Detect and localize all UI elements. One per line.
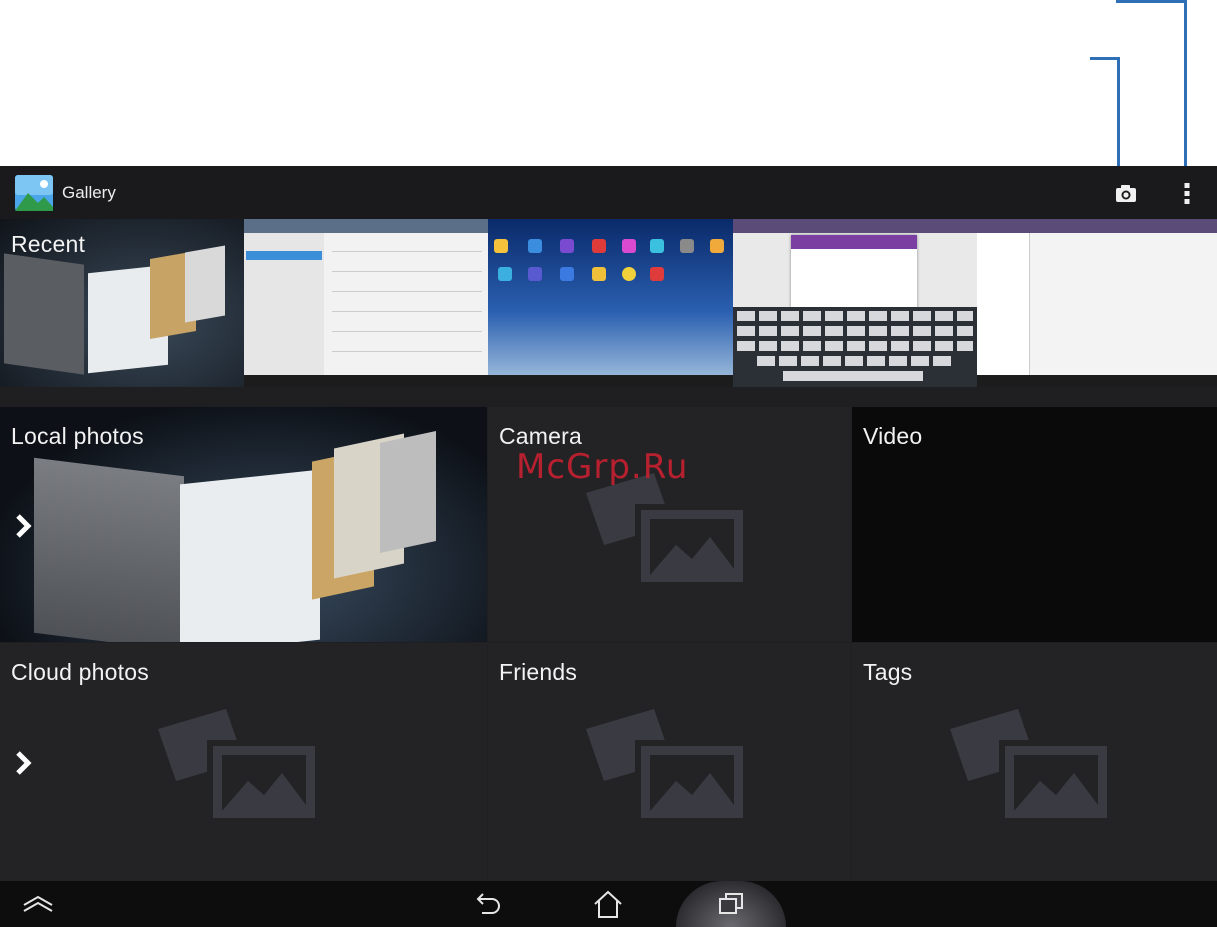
album-cloud-photos[interactable]: Cloud photos — [0, 643, 487, 881]
album-friends[interactable]: Friends — [488, 643, 851, 881]
album-cover-air — [180, 469, 320, 642]
recent-thumb-tasks — [977, 219, 1217, 387]
app-title: Gallery — [62, 183, 116, 202]
home-icon — [594, 890, 622, 918]
album-label-recent: Recent — [11, 231, 86, 257]
callout-line-overflow-top — [1116, 0, 1186, 3]
shuffle-card — [34, 457, 184, 642]
photo-placeholder-icon — [158, 709, 321, 821]
recent-apps-icon — [719, 893, 743, 914]
album-label-camera: Camera — [499, 423, 583, 449]
action-bar: Gallery — [0, 166, 1217, 219]
overflow-menu-icon — [1184, 183, 1190, 204]
album-tags[interactable]: Tags — [852, 643, 1217, 881]
chevron-right-icon — [16, 751, 32, 775]
home-button[interactable] — [590, 887, 626, 921]
recent-thumb-settings — [244, 219, 488, 387]
recent-thumb-keyboard — [733, 219, 977, 387]
album-label-tags: Tags — [863, 659, 913, 685]
hide-bar-icon — [23, 895, 53, 912]
album-local-photos[interactable]: Local photos — [0, 407, 487, 642]
recent-apps-button[interactable] — [676, 881, 786, 927]
gallery-app-icon — [14, 174, 54, 212]
watermark: McGrp.Ru — [516, 447, 689, 487]
back-button[interactable] — [470, 889, 506, 919]
album-cover-4 — [380, 431, 436, 553]
album-label-friends: Friends — [499, 659, 578, 685]
callout-line-overflow-vertical — [1184, 0, 1187, 172]
recent-thumb-widgets — [488, 219, 733, 387]
back-icon — [476, 893, 500, 914]
album-camera[interactable]: Camera — [488, 407, 851, 642]
photo-placeholder-icon — [586, 709, 749, 821]
chevron-right-icon — [16, 514, 32, 538]
camera-button[interactable] — [1106, 178, 1146, 208]
album-label-video: Video — [863, 423, 923, 449]
overflow-menu-button[interactable] — [1172, 178, 1202, 208]
camera-icon — [1116, 185, 1136, 202]
callout-line-camera-vertical — [1117, 57, 1120, 172]
callout-line-camera-top — [1090, 57, 1120, 60]
album-label-local-photos: Local photos — [11, 423, 144, 449]
album-label-cloud-photos: Cloud photos — [11, 659, 149, 685]
system-navigation-bar — [0, 881, 1217, 927]
hide-bar-button[interactable] — [20, 891, 56, 917]
album-video[interactable]: Video — [852, 407, 1217, 642]
photo-placeholder-icon — [950, 709, 1113, 821]
album-recent[interactable]: Recent — [0, 219, 1217, 387]
gallery-app: Gallery Recent Local photos Camera Video… — [0, 166, 1217, 927]
